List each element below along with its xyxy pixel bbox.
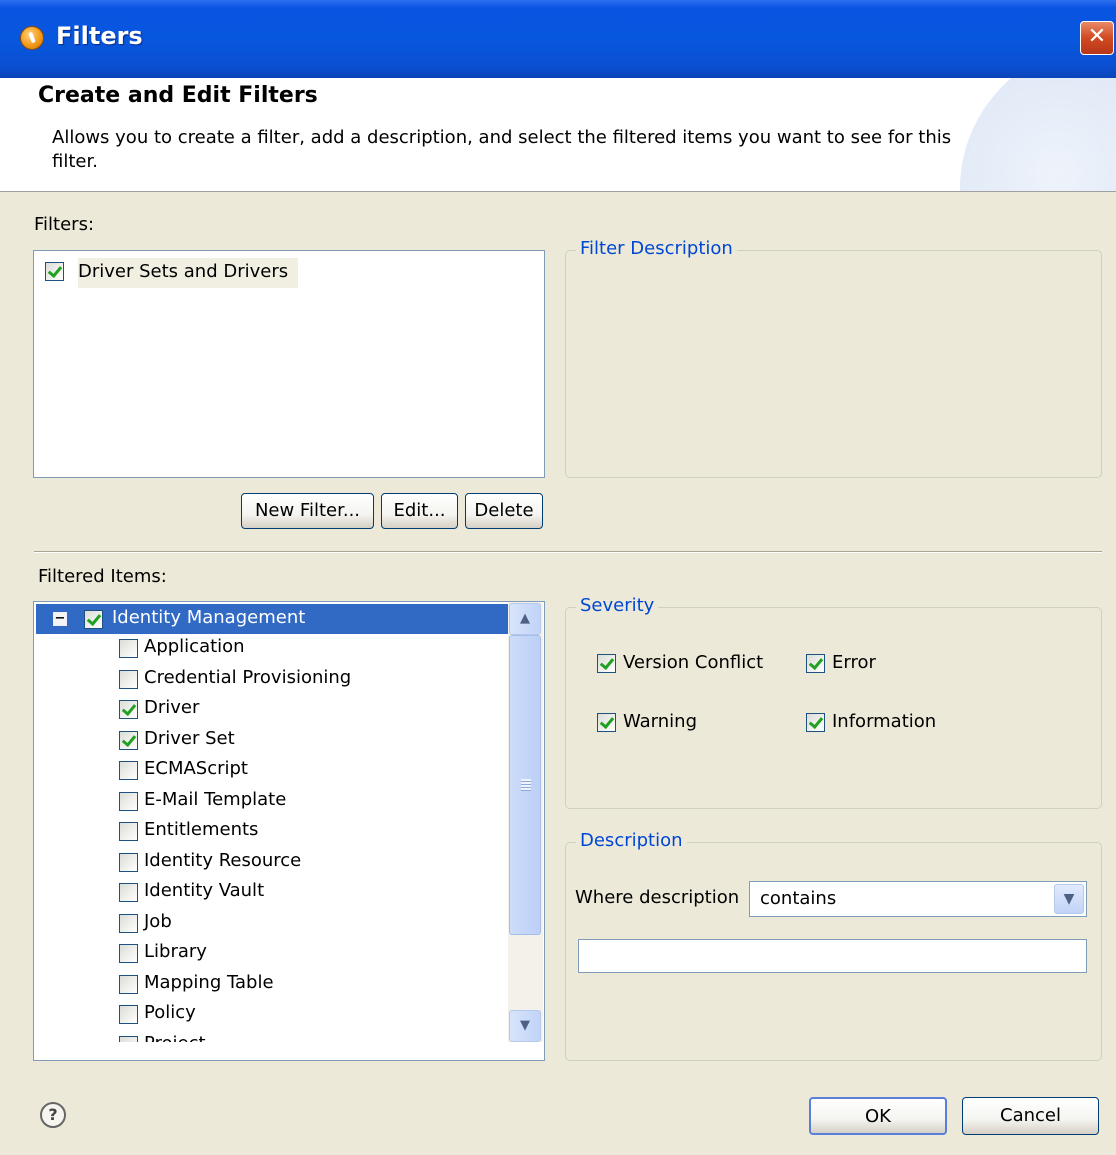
scrollbar-grip <box>521 779 531 791</box>
tree-item-label: Driver Set <box>144 727 235 749</box>
title-bar[interactable]: Filters ✕ <box>0 0 1116 78</box>
ok-button[interactable]: OK <box>809 1097 947 1135</box>
tree-item[interactable]: Entitlements <box>34 817 508 847</box>
severity-label: Error <box>832 652 876 673</box>
tree-item-label: Application <box>144 636 245 657</box>
edit-filter-button[interactable]: Edit... <box>381 493 458 529</box>
severity-checkbox[interactable] <box>806 713 825 732</box>
scroll-up-button[interactable]: ▲ <box>509 603 541 635</box>
window-title: Filters <box>56 22 143 50</box>
tree-item-checkbox[interactable] <box>119 822 138 841</box>
tree-root-row[interactable]: − Identity Management <box>36 604 508 634</box>
tree-item[interactable]: Job <box>34 909 508 939</box>
tree-item-checkbox[interactable] <box>119 669 138 689</box>
tree-item[interactable]: Policy <box>34 1000 508 1030</box>
filter-item-label: Driver Sets and Drivers <box>78 261 289 282</box>
severity-label: Information <box>832 711 937 732</box>
cancel-button[interactable]: Cancel <box>962 1097 1099 1135</box>
tree-item-label: Policy <box>144 1002 196 1023</box>
severity-legend: Severity <box>576 595 659 616</box>
tree-item[interactable]: Identity Vault <box>34 878 508 908</box>
scroll-down-button[interactable]: ▼ <box>509 1010 541 1042</box>
tree-item-label: Project <box>144 1033 206 1043</box>
tree-item-checkbox[interactable] <box>119 791 138 811</box>
scrollbar-thumb[interactable] <box>509 635 541 935</box>
tree-item-checkbox[interactable] <box>119 730 138 750</box>
tree-viewport: − Identity Management Application Credent… <box>34 602 508 1042</box>
tree-scrollbar[interactable]: ▲ ▼ <box>508 602 543 1042</box>
severity-group: Severity Version Conflict Error Warning Inf… <box>565 595 1102 809</box>
description-operator-select[interactable]: contains ▼ <box>749 881 1087 917</box>
where-description-label: Where description <box>575 887 740 908</box>
tree-item-label: Identity Vault <box>144 880 265 901</box>
tree-item-label: Driver <box>144 697 200 718</box>
filtered-items-tree[interactable]: − Identity Management Application Credent… <box>33 601 545 1061</box>
tree-item[interactable]: Application <box>34 634 508 664</box>
delete-filter-button[interactable]: Delete <box>465 493 543 529</box>
tree-item-label: Mapping Table <box>144 971 274 993</box>
tree-item-checkbox[interactable] <box>119 1005 138 1024</box>
close-button[interactable]: ✕ <box>1080 21 1114 55</box>
tree-item-checkbox[interactable] <box>119 944 138 963</box>
operator-value: contains <box>760 888 837 909</box>
description-text-input[interactable] <box>578 939 1087 973</box>
page-description: Allows you to create a filter, add a des… <box>52 127 952 172</box>
help-icon[interactable]: ? <box>40 1102 66 1128</box>
tree-item[interactable]: Driver <box>34 695 508 725</box>
tree-item-label: Library <box>144 941 207 962</box>
dropdown-arrow-icon[interactable]: ▼ <box>1054 884 1084 914</box>
description-legend: Description <box>576 830 687 851</box>
severity-checkbox[interactable] <box>597 654 616 673</box>
page-title: Create and Edit Filters <box>38 83 318 108</box>
tree-item-checkbox[interactable] <box>119 761 138 780</box>
tree-item-label: Identity Resource <box>144 849 302 871</box>
new-filter-button[interactable]: New Filter... <box>241 493 374 529</box>
tree-item[interactable]: Project <box>34 1031 508 1043</box>
tree-item[interactable]: E-Mail Template <box>34 787 508 817</box>
severity-label: Warning <box>623 711 698 732</box>
tree-item-checkbox[interactable] <box>119 974 138 994</box>
tree-item-checkbox[interactable] <box>119 913 138 933</box>
tree-item[interactable]: Credential Provisioning <box>34 665 508 695</box>
tree-item-checkbox[interactable] <box>119 639 138 658</box>
tree-item-label: E-Mail Template <box>144 788 287 810</box>
banner-decoration <box>960 78 1116 191</box>
filters-list[interactable]: Driver Sets and Drivers <box>33 250 545 478</box>
tree-item-label: ECMAScript <box>144 758 248 779</box>
filters-label: Filters: <box>34 214 95 235</box>
filter-item[interactable]: Driver Sets and Drivers <box>42 258 299 288</box>
filters-dialog: Filters ✕ Create and Edit Filters Allows… <box>0 0 1116 1155</box>
tree-item-label: Entitlements <box>144 819 259 840</box>
header-banner: Create and Edit Filters Allows you to cr… <box>0 78 1116 192</box>
severity-checkbox[interactable] <box>597 713 616 732</box>
tree-root-checkbox[interactable] <box>84 610 103 629</box>
tree-root-label: Identity Management <box>112 607 306 628</box>
severity-checkbox[interactable] <box>806 654 825 673</box>
separator <box>34 551 1102 553</box>
tree-item-label: Job <box>144 910 172 932</box>
tree-item-label: Credential Provisioning <box>144 666 352 688</box>
tree-item[interactable]: Identity Resource <box>34 848 508 878</box>
tree-item-checkbox[interactable] <box>119 883 138 902</box>
severity-label: Version Conflict <box>623 652 764 673</box>
filter-item-checkbox[interactable] <box>45 262 64 281</box>
tree-item-checkbox[interactable] <box>119 1035 138 1042</box>
tree-item-checkbox[interactable] <box>119 700 138 719</box>
tree-item[interactable]: Library <box>34 939 508 969</box>
tree-item[interactable]: Driver Set <box>34 726 508 756</box>
tree-item[interactable]: Mapping Table <box>34 970 508 1000</box>
tree-item-checkbox[interactable] <box>119 852 138 872</box>
filter-description-group: Filter Description <box>565 238 1102 478</box>
filtered-items-label: Filtered Items: <box>38 566 167 587</box>
collapse-toggle-icon[interactable]: − <box>53 612 67 626</box>
app-icon <box>20 26 44 50</box>
filter-description-legend: Filter Description <box>576 238 737 259</box>
tree-item[interactable]: ECMAScript <box>34 756 508 786</box>
